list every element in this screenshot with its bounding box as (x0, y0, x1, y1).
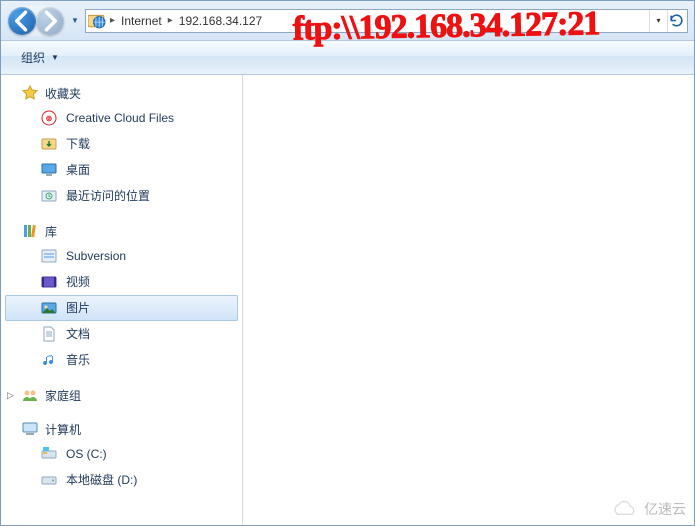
sidebar-header-favorites[interactable]: 收藏夹 (1, 81, 242, 105)
item-label: 下载 (66, 135, 90, 153)
item-label: Subversion (66, 247, 126, 265)
sidebar-item-documents[interactable]: 文档 (1, 321, 242, 347)
nav-button-group (7, 6, 65, 36)
music-icon (40, 351, 58, 369)
refresh-button[interactable] (667, 10, 685, 32)
computer-icon (21, 420, 39, 438)
content-pane[interactable] (243, 75, 694, 525)
breadcrumb-item[interactable]: Internet (117, 14, 166, 28)
sidebar-item-subversion[interactable]: Subversion (1, 243, 242, 269)
group-label: 收藏夹 (45, 85, 81, 102)
item-label: 最近访问的位置 (66, 187, 150, 205)
back-button[interactable] (8, 7, 36, 35)
item-label: 视频 (66, 273, 90, 291)
library-icon (21, 222, 39, 240)
drive-icon (40, 471, 58, 489)
desktop-icon (40, 161, 58, 179)
sidebar-item-music[interactable]: 音乐 (1, 347, 242, 373)
disclosure-icon[interactable]: ▷ (7, 390, 17, 401)
item-label: 文档 (66, 325, 90, 343)
item-label: OS (C:) (66, 445, 107, 463)
item-label: 本地磁盘 (D:) (66, 471, 137, 489)
homegroup-icon (21, 386, 39, 404)
sidebar-header-computer[interactable]: 计算机 (1, 417, 242, 441)
group-label: 计算机 (45, 421, 81, 438)
group-label: 库 (45, 223, 57, 240)
item-label: 桌面 (66, 161, 90, 179)
address-bar[interactable]: ▸ Internet ▸ 192.168.34.127 ▾ (85, 9, 688, 33)
cc-icon: ⊚ (40, 109, 58, 127)
svg-text:⊚: ⊚ (46, 114, 53, 123)
address-dropdown[interactable]: ▾ (649, 10, 667, 32)
downloads-icon (40, 135, 58, 153)
sidebar-group-homegroup: ▷ 家庭组 (1, 383, 242, 407)
sidebar-group-libraries: 库 Subversion 视频 图片 文档 (1, 219, 242, 373)
documents-icon (40, 325, 58, 343)
chevron-down-icon: ▼ (51, 53, 59, 62)
video-icon (40, 273, 58, 291)
globe-folder-icon (88, 12, 106, 30)
sidebar-header-libraries[interactable]: 库 (1, 219, 242, 243)
body: 收藏夹 ⊚ Creative Cloud Files 下载 桌面 最近访问的位置 (1, 75, 694, 525)
organize-label: 组织 (21, 49, 45, 66)
pictures-icon (40, 299, 58, 317)
sidebar-item-drive-c[interactable]: OS (C:) (1, 441, 242, 467)
chevron-right-icon: ▸ (166, 15, 175, 26)
explorer-window: ▼ ▸ Internet ▸ 192.168.34.127 ▾ 组织 ▼ (0, 0, 695, 526)
toolbar: 组织 ▼ (1, 41, 694, 75)
sidebar-item-downloads[interactable]: 下载 (1, 131, 242, 157)
drive-os-icon (40, 445, 58, 463)
group-label: 家庭组 (45, 387, 81, 404)
sidebar-item-pictures[interactable]: 图片 (5, 295, 238, 321)
organize-button[interactable]: 组织 ▼ (11, 45, 69, 70)
recent-icon (40, 187, 58, 205)
item-label: 音乐 (66, 351, 90, 369)
breadcrumb-item[interactable]: 192.168.34.127 (175, 14, 266, 28)
sidebar-item-creative-cloud[interactable]: ⊚ Creative Cloud Files (1, 105, 242, 131)
chevron-right-icon: ▸ (108, 15, 117, 26)
sidebar-item-drive-d[interactable]: 本地磁盘 (D:) (1, 467, 242, 493)
sidebar-item-recent[interactable]: 最近访问的位置 (1, 183, 242, 209)
nav-row: ▼ ▸ Internet ▸ 192.168.34.127 ▾ (1, 1, 694, 41)
sidebar-item-videos[interactable]: 视频 (1, 269, 242, 295)
item-label: 图片 (66, 299, 90, 317)
item-label: Creative Cloud Files (66, 109, 174, 127)
forward-button[interactable] (36, 7, 64, 35)
navigation-pane[interactable]: 收藏夹 ⊚ Creative Cloud Files 下载 桌面 最近访问的位置 (1, 75, 243, 525)
sidebar-group-computer: 计算机 OS (C:) 本地磁盘 (D:) (1, 417, 242, 493)
sidebar-item-desktop[interactable]: 桌面 (1, 157, 242, 183)
sidebar-group-favorites: 收藏夹 ⊚ Creative Cloud Files 下载 桌面 最近访问的位置 (1, 81, 242, 209)
sidebar-header-homegroup[interactable]: ▷ 家庭组 (1, 383, 242, 407)
svn-icon (40, 247, 58, 265)
nav-history-dropdown[interactable]: ▼ (69, 16, 81, 25)
star-icon (21, 84, 39, 102)
